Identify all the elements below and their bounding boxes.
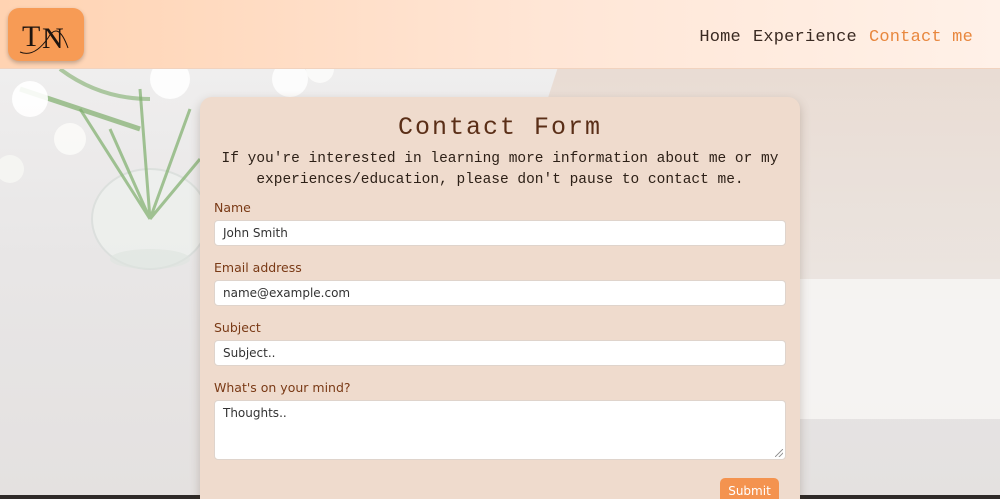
form-description: If you're interested in learning more in… bbox=[221, 151, 779, 188]
resize-handle-icon[interactable] bbox=[775, 449, 783, 457]
email-field[interactable]: name@example.com bbox=[214, 280, 786, 306]
email-label: Email address bbox=[214, 260, 302, 275]
nav-experience[interactable]: Experience bbox=[753, 28, 857, 47]
subject-label: Subject bbox=[214, 320, 261, 335]
email-placeholder: name@example.com bbox=[223, 286, 351, 300]
svg-text:N: N bbox=[42, 22, 64, 55]
subject-placeholder: Subject.. bbox=[223, 346, 276, 360]
name-field[interactable]: John Smith bbox=[214, 220, 786, 246]
contact-form-card: Contact Form If you're interested in lea… bbox=[200, 97, 800, 499]
message-label: What's on your mind? bbox=[214, 380, 351, 395]
main-nav: Home Experience Contact me bbox=[699, 28, 973, 47]
name-value: John Smith bbox=[223, 226, 288, 240]
submit-button[interactable]: Submit bbox=[720, 478, 779, 499]
message-textarea[interactable]: Thoughts.. bbox=[214, 400, 786, 460]
form-title: Contact Form bbox=[397, 113, 603, 142]
logo[interactable]: T N bbox=[8, 8, 84, 61]
message-placeholder: Thoughts.. bbox=[223, 406, 287, 420]
subject-field[interactable]: Subject.. bbox=[214, 340, 786, 366]
name-label: Name bbox=[214, 200, 251, 215]
monogram-logo-icon: T N bbox=[19, 20, 69, 55]
nav-contact[interactable]: Contact me bbox=[869, 28, 973, 47]
svg-text:T: T bbox=[22, 20, 40, 53]
top-navbar: T N Home Experience Contact me bbox=[0, 0, 1000, 69]
nav-home[interactable]: Home bbox=[699, 28, 741, 47]
